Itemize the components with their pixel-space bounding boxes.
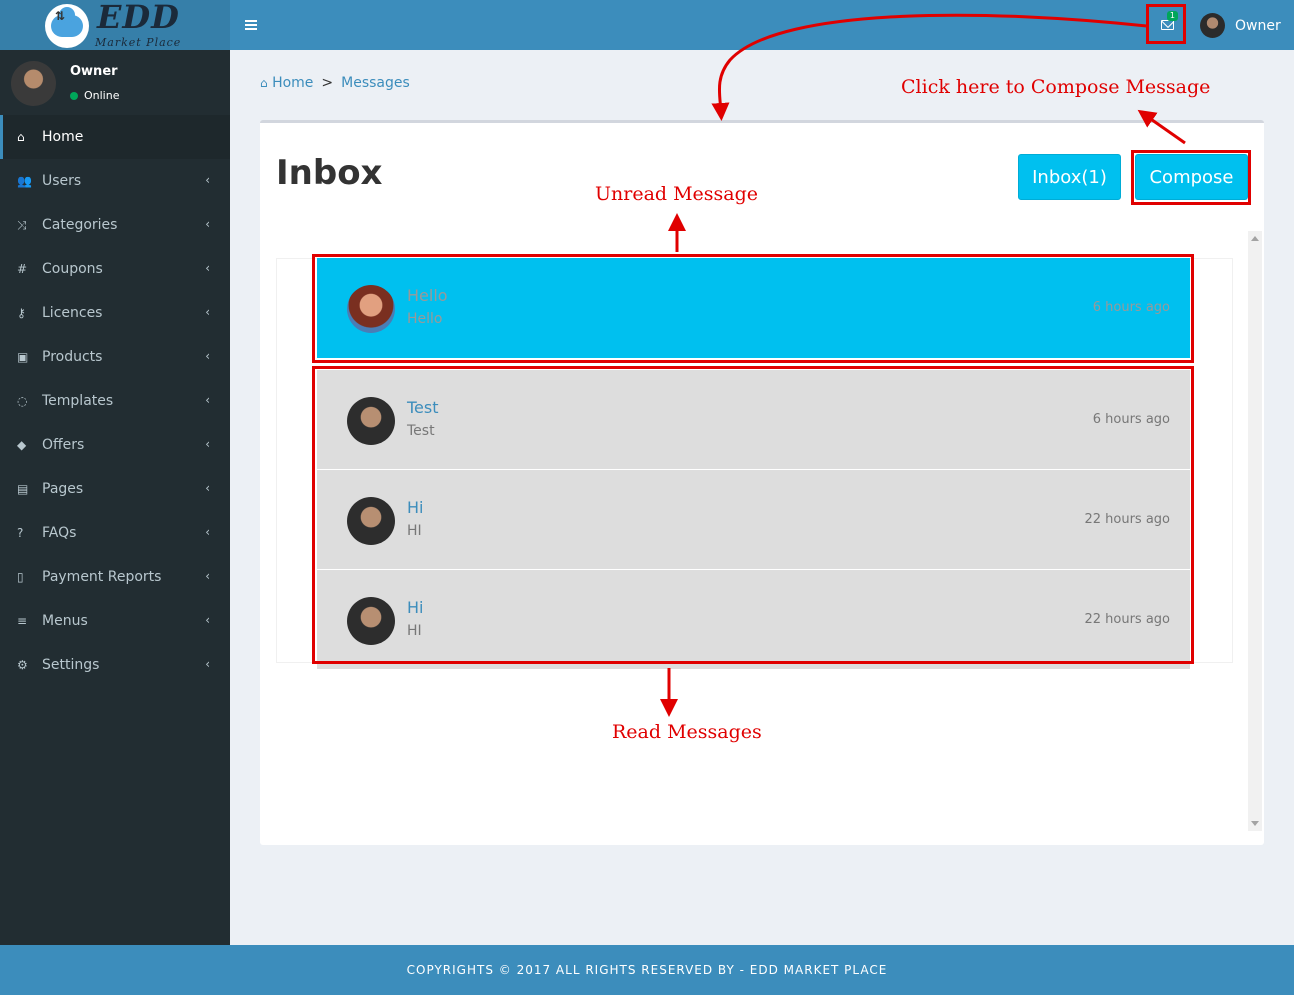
breadcrumb-current[interactable]: Messages — [341, 75, 410, 91]
sidebar-item-products[interactable]: ▣ Products ‹ — [0, 335, 230, 379]
annotation-read: Read Messages — [612, 721, 762, 743]
sidebar-item-label: Menus — [42, 613, 88, 629]
top-navbar: 1 Owner — [230, 0, 1294, 50]
sidebar-item-users[interactable]: 👥 Users ‹ — [0, 159, 230, 203]
sidebar-item-label: Categories — [42, 217, 118, 233]
scroll-up-icon[interactable] — [1251, 236, 1259, 241]
sidebar-item-faqs[interactable]: ? FAQs ‹ — [0, 511, 230, 555]
chevron-left-icon: ‹ — [205, 657, 210, 671]
user-name: Owner — [1235, 17, 1281, 34]
tags-icon: ◆ — [17, 438, 27, 452]
inbox-button[interactable]: Inbox(1) — [1018, 154, 1121, 200]
footer: COPYRIGHTS © 2017 ALL RIGHTS RESERVED BY… — [0, 945, 1294, 995]
briefcase-icon: ▣ — [17, 350, 29, 364]
chevron-left-icon: ‹ — [205, 217, 210, 231]
logo-icon: ⇅ — [45, 4, 89, 48]
breadcrumb-home[interactable]: ⌂ Home — [260, 75, 313, 91]
user-panel-status: Online — [70, 89, 119, 102]
sidebar-item-offers[interactable]: ◆ Offers ‹ — [0, 423, 230, 467]
sidebar-item-payment-reports[interactable]: ▯ Payment Reports ‹ — [0, 555, 230, 599]
sidebar-item-settings[interactable]: ⚙ Settings ‹ — [0, 643, 230, 687]
sidebar-item-menus[interactable]: ≡ Menus ‹ — [0, 599, 230, 643]
sidebar-item-label: Coupons — [42, 261, 103, 277]
sidebar-item-home[interactable]: ⌂ Home — [0, 115, 230, 159]
sidebar-item-licences[interactable]: ⚷ Licences ‹ — [0, 291, 230, 335]
breadcrumb: ⌂ Home > Messages — [260, 75, 410, 91]
chevron-left-icon: ‹ — [205, 305, 210, 319]
sidebar-toggle-icon[interactable] — [245, 15, 257, 35]
avatar — [1200, 13, 1225, 38]
sidebar-item-pages[interactable]: ▤ Pages ‹ — [0, 467, 230, 511]
sidebar-item-label: Pages — [42, 481, 84, 497]
avatar — [11, 61, 56, 106]
sidebar-item-label: FAQs — [42, 525, 77, 541]
gear-icon: ⚙ — [17, 658, 28, 672]
sidebar-item-templates[interactable]: ◌ Templates ‹ — [0, 379, 230, 423]
sidebar-menu: ⌂ Home 👥 Users ‹ ⤨ Categories ‹ # Coupons ‹ ⚷ Licenc… — [0, 115, 230, 687]
chevron-left-icon: ‹ — [205, 261, 210, 275]
annotation-compose: Click here to Compose Message — [901, 76, 1211, 98]
page-title: Inbox — [276, 153, 383, 193]
user-menu[interactable]: Owner — [1200, 13, 1281, 38]
users-icon: 👥 — [17, 174, 32, 188]
comment-icon: ◌ — [17, 394, 28, 408]
file-icon: ▯ — [17, 570, 24, 584]
sidebar-item-label: Products — [42, 349, 103, 365]
annotation-box-mail — [1146, 4, 1186, 44]
sidebar-item-coupons[interactable]: # Coupons ‹ — [0, 247, 230, 291]
chevron-left-icon: ‹ — [205, 173, 210, 187]
sidebar-item-label: Templates — [42, 393, 114, 409]
online-dot-icon — [70, 91, 78, 100]
sidebar-item-label: Licences — [42, 305, 103, 321]
sidebar-item-label: Offers — [42, 437, 85, 453]
status-label: Online — [84, 89, 120, 102]
chevron-left-icon: ‹ — [205, 613, 210, 627]
user-panel-name: Owner — [70, 64, 118, 79]
scroll-down-icon[interactable] — [1251, 821, 1259, 826]
annotation-box-read — [312, 366, 1194, 664]
chevron-left-icon: ‹ — [205, 525, 210, 539]
annotation-unread: Unread Message — [595, 183, 759, 205]
key-icon: ⚷ — [17, 306, 26, 320]
file-text-icon: ▤ — [17, 482, 29, 496]
chevron-left-icon: ‹ — [205, 349, 210, 363]
chevron-left-icon: ‹ — [205, 393, 210, 407]
sidebar-item-label: Users — [42, 173, 82, 189]
logo-subtitle: Market Place — [95, 36, 182, 49]
sidebar-item-label: Settings — [42, 657, 100, 673]
annotation-box-unread — [312, 254, 1194, 363]
logo-area[interactable]: ⇅ EDD Market Place — [0, 0, 230, 50]
question-icon: ? — [17, 526, 24, 540]
shuffle-icon: ⤨ — [17, 217, 27, 232]
sidebar-item-label: Home — [42, 129, 84, 145]
copyright-text: COPYRIGHTS © 2017 ALL RIGHTS RESERVED BY… — [406, 963, 888, 977]
annotation-box-compose — [1131, 150, 1251, 205]
sidebar: Owner Online ⌂ Home 👥 Users ‹ ⤨ Categories ‹ # Co… — [0, 50, 230, 945]
chevron-left-icon: ‹ — [205, 481, 210, 495]
chevron-left-icon: ‹ — [205, 437, 210, 451]
breadcrumb-separator: > — [321, 75, 334, 91]
bars-icon: ≡ — [17, 614, 28, 628]
logo-title: EDD — [97, 0, 180, 36]
home-icon: ⌂ — [260, 76, 268, 90]
hashtag-icon: # — [17, 262, 28, 276]
home-icon: ⌂ — [17, 130, 25, 144]
chevron-left-icon: ‹ — [205, 569, 210, 583]
scrollbar[interactable] — [1248, 231, 1262, 831]
sidebar-item-categories[interactable]: ⤨ Categories ‹ — [0, 203, 230, 247]
user-panel: Owner Online — [0, 50, 230, 115]
sidebar-item-label: Payment Reports — [42, 569, 162, 585]
